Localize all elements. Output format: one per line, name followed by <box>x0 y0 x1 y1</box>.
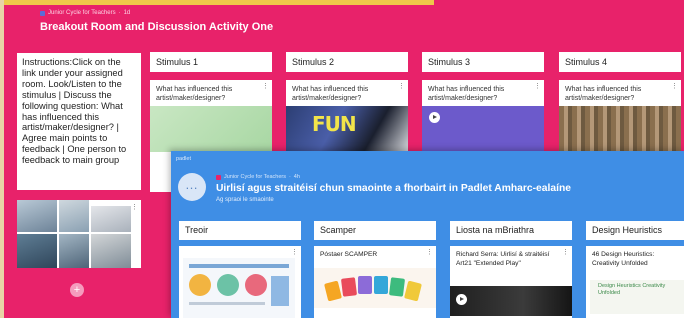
scamper-card[interactable]: Póstaer SCAMPER ⋮ <box>314 246 436 318</box>
add-post-button[interactable]: + <box>70 283 84 297</box>
card-question: What has influenced this artist/maker/de… <box>565 86 642 102</box>
card-question: What has influenced this artist/maker/de… <box>156 86 233 102</box>
board-subtitle: Ag spraoi le smaointe <box>216 197 274 203</box>
more-options-icon[interactable]: ⋮ <box>262 83 269 90</box>
column-header-scamper[interactable]: Scamper <box>314 221 436 240</box>
card-question: What has influenced this artist/maker/de… <box>428 86 505 102</box>
top-highlight-strip <box>4 0 434 5</box>
card-question: What has influenced this artist/maker/de… <box>292 86 369 102</box>
column-header-treoir[interactable]: Treoir <box>179 221 301 240</box>
stimulus-4-thumbnail <box>559 106 681 152</box>
more-options-icon[interactable]: ⋮ <box>398 83 405 90</box>
padlet-author-line: Junior Cycle for Teachers · 1d <box>40 10 130 16</box>
play-icon[interactable] <box>456 294 467 305</box>
post-time: 1d <box>123 10 131 16</box>
author-name[interactable]: Junior Cycle for Teachers <box>224 174 286 180</box>
screenshot-stage: Junior Cycle for Teachers · 1d Breakout … <box>0 0 684 318</box>
design-heuristics-thumbnail: Design Heuristics Creativity Unfolded <box>590 280 684 314</box>
photo-thumbnail <box>91 234 131 268</box>
column-header-stimulus-2[interactable]: Stimulus 2 <box>286 52 408 72</box>
more-options-icon[interactable]: ⋮ <box>534 83 541 90</box>
scamper-poster-thumbnail <box>314 268 436 308</box>
photo-thumbnail <box>91 206 131 232</box>
board-title: Uirlisí agus straitéisí chun smaointe a … <box>216 183 571 194</box>
column-header-stimulus-4[interactable]: Stimulus 4 <box>559 52 681 72</box>
instructions-text: Instructions:Click on the link under you… <box>22 57 127 166</box>
stimulus-1-thumbnail <box>150 106 272 152</box>
separator-dot: · <box>118 10 121 16</box>
design-heuristics-card[interactable]: 46 Design Heuristics: Creativity Unfolde… <box>586 246 684 318</box>
stimulus-2-thumbnail: FUN <box>286 106 408 152</box>
column-header-liosta-na-mbriathra[interactable]: Liosta na mBriathra <box>450 221 572 240</box>
ideas-padlet-board: padlet Junior Cycle for Teachers · 4h Ui… <box>171 151 684 318</box>
author-avatar-icon <box>40 10 45 16</box>
photo-thumbnail <box>17 200 57 232</box>
stimulus-3-thumbnail <box>422 106 544 152</box>
padlet-logo-label: padlet <box>176 156 191 162</box>
play-icon[interactable] <box>429 112 440 123</box>
author-name[interactable]: Junior Cycle for Teachers <box>48 10 116 16</box>
richard-serra-card[interactable]: Richard Serra: Uirlisí & straitéisí Art2… <box>450 246 572 318</box>
column-header-stimulus-1[interactable]: Stimulus 1 <box>150 52 272 72</box>
photo-thumbnail <box>59 200 89 232</box>
card-title: Póstaer SCAMPER <box>320 251 378 258</box>
infographic-thumbnail <box>183 258 295 318</box>
post-time: 4h <box>293 174 300 180</box>
card-title: 46 Design Heuristics: Creativity Unfolde… <box>592 251 655 267</box>
column-header-stimulus-3[interactable]: Stimulus 3 <box>422 52 544 72</box>
column-header-design-heuristics[interactable]: Design Heuristics <box>586 221 684 240</box>
thumbnail-text: FUN <box>312 112 357 136</box>
photo-collage-card[interactable]: ⋮ <box>17 200 141 268</box>
instructions-card[interactable]: Instructions:Click on the link under you… <box>17 53 141 190</box>
more-options-icon[interactable]: ⋮ <box>131 203 138 211</box>
page-title: Breakout Room and Discussion Activity On… <box>40 21 274 33</box>
more-options-icon[interactable]: ⋮ <box>426 249 433 256</box>
author-avatar-icon <box>216 174 221 180</box>
more-options-icon[interactable]: ⋮ <box>562 249 569 256</box>
speech-bubble-icon <box>178 173 206 201</box>
padlet-author-line: Junior Cycle for Teachers · 4h <box>216 174 300 180</box>
treoir-card[interactable]: ⋮ <box>179 246 301 318</box>
photo-thumbnail <box>59 234 89 268</box>
card-title: Richard Serra: Uirlisí & straitéisí Art2… <box>456 251 550 267</box>
separator-dot: · <box>288 174 291 180</box>
more-options-icon[interactable]: ⋮ <box>291 249 298 256</box>
video-thumbnail <box>450 286 572 316</box>
more-options-icon[interactable]: ⋮ <box>671 83 678 90</box>
thumbnail-text: Design Heuristics Creativity Unfolded <box>598 283 666 296</box>
photo-thumbnail <box>17 234 57 268</box>
